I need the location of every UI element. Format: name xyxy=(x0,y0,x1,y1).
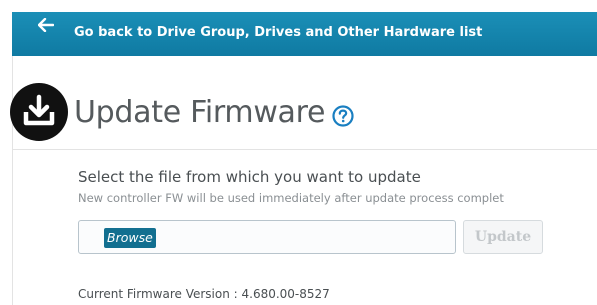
arrow-left-icon[interactable] xyxy=(38,18,54,32)
help-circle-icon[interactable] xyxy=(332,105,354,127)
browse-button[interactable]: Browse xyxy=(104,228,156,248)
file-select-note: New controller FW will be used immediate… xyxy=(78,191,504,205)
file-select-heading: Select the file from which you want to u… xyxy=(78,168,421,186)
firmware-download-icon xyxy=(10,83,68,141)
firmware-update-page: Go back to Drive Group, Drives and Other… xyxy=(0,0,597,305)
page-title: Update Firmware xyxy=(74,95,326,130)
back-to-hardware-list-link[interactable]: Go back to Drive Group, Drives and Other… xyxy=(74,25,482,40)
header-divider xyxy=(12,149,597,150)
current-firmware-version: Current Firmware Version : 4.680.00-8527 xyxy=(78,287,330,301)
update-button[interactable]: Update xyxy=(463,220,543,254)
